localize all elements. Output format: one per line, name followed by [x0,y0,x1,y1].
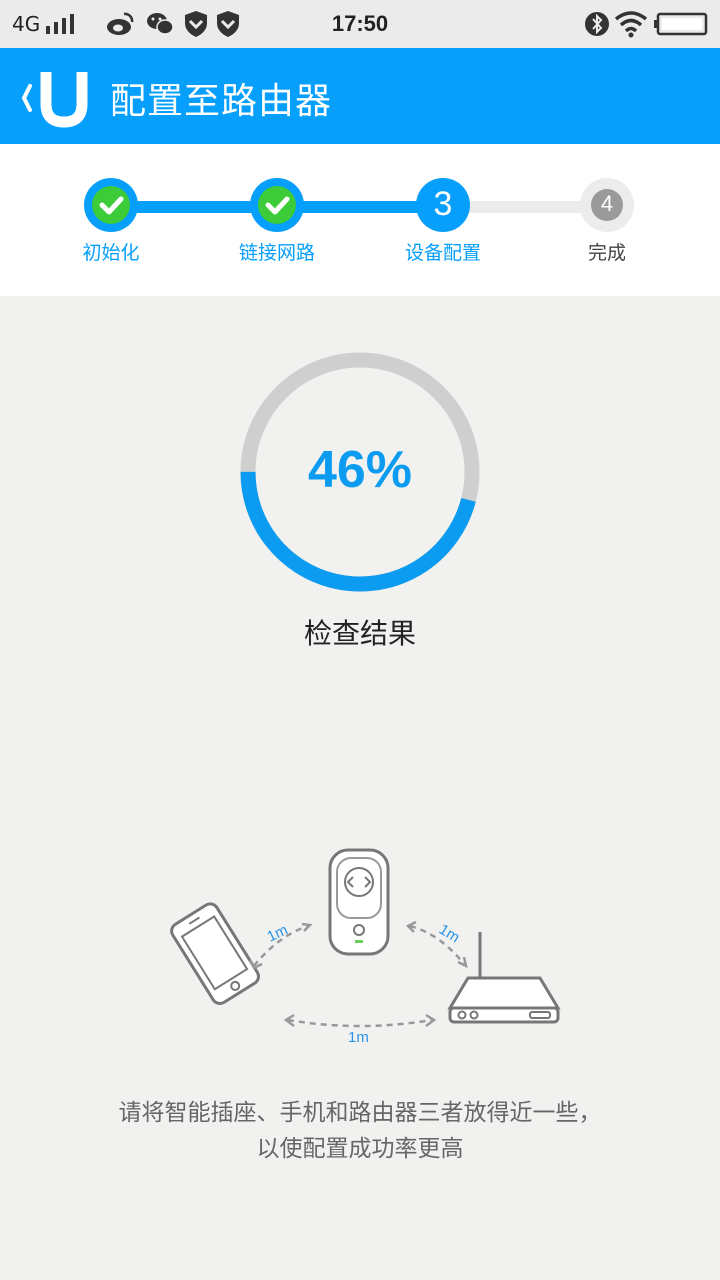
distance-label: 1m [348,1029,369,1046]
step-init: 初始化 [31,178,191,265]
phone-icon [170,902,260,1005]
step-number: 3 [433,185,453,223]
page-title: 配置至路由器 [110,81,333,122]
step-label: 完成 [587,242,626,264]
step-done-circle [84,178,138,232]
progress-stepper: 初始化 链接网路 3 设备配置 4 完成 [0,144,720,296]
distance-label: 1m [265,921,291,945]
step-pending-circle: 4 [580,178,634,232]
step-number: 4 [600,191,614,216]
distance-arrow [287,1018,433,1028]
step-device-config: 3 设备配置 [363,178,523,265]
placement-illustration: 1m 1m 1m [170,840,570,1060]
step-label: 设备配置 [404,242,481,264]
wifi-icon [614,11,648,38]
back-logo-icon [21,72,88,128]
placement-hint: 请将智能插座、手机和路由器三者放得近一些， 以使配置成功率更高 [0,1095,720,1167]
smart-socket-icon [328,848,390,956]
hint-line-2: 以使配置成功率更高 [256,1136,464,1162]
clock: 17:50 [331,11,389,36]
hint-line-1: 请将智能插座、手机和路由器三者放得近一些， [118,1100,602,1126]
bluetooth-icon [585,12,609,36]
step-label: 链接网路 [238,242,315,264]
app-header: 配置至路由器 [0,48,720,144]
check-icon [92,186,130,224]
battery-icon [654,12,708,36]
router-icon [447,932,561,1024]
step-label: 初始化 [82,242,140,264]
step-active-circle: 3 [416,178,470,232]
distance-label: 1m [436,921,463,946]
progress-percent: 46% [307,441,413,499]
step-link-network: 链接网路 [197,178,357,265]
back-button[interactable] [14,68,94,128]
step-complete: 4 完成 [527,178,687,265]
step-done-circle [250,178,304,232]
progress-caption: 检查结果 [303,617,416,650]
check-icon [258,186,296,224]
progress-ring: 46% [240,352,480,592]
status-bar: 4G 17:50 [0,0,720,48]
